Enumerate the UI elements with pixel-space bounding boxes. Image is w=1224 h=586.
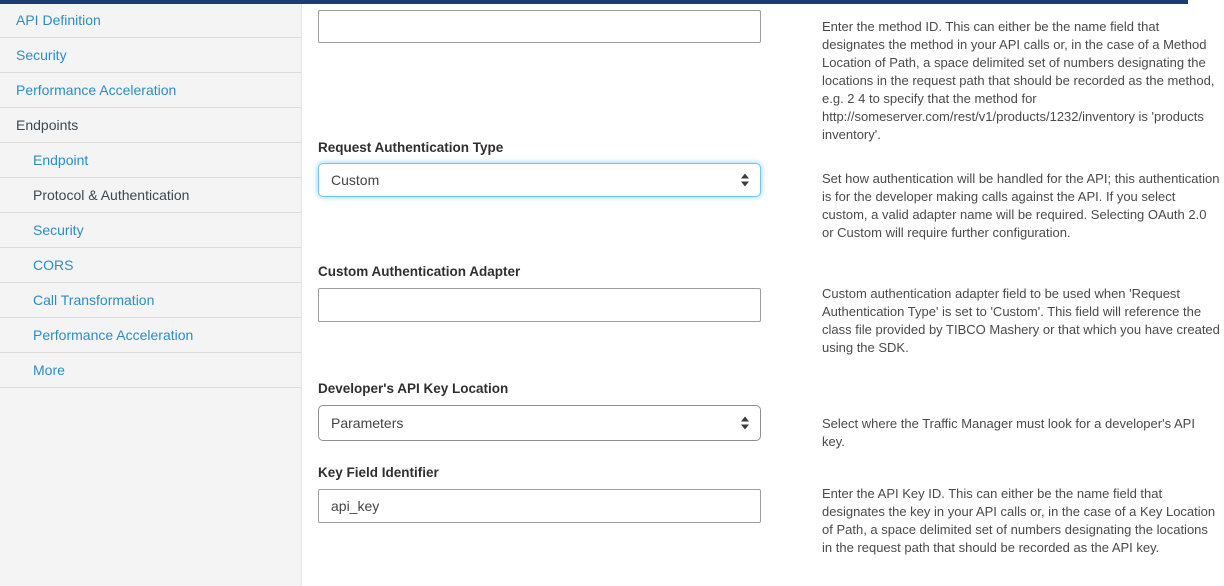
- sidebar-item-cors[interactable]: CORS: [0, 248, 301, 283]
- sidebar-item-performance-acceleration[interactable]: Performance Acceleration: [0, 73, 301, 108]
- method-id-help-text: Enter the method ID. This can either be …: [822, 18, 1220, 144]
- request-authentication-type-select[interactable]: Custom: [318, 163, 761, 197]
- select-spinner-icon: [741, 417, 749, 430]
- developers-api-key-location-select[interactable]: Parameters: [318, 405, 761, 441]
- method-id-input[interactable]: [318, 10, 761, 43]
- request-authentication-type-help-text: Set how authentication will be handled f…: [822, 170, 1220, 242]
- key-field-identifier-input[interactable]: [318, 489, 761, 523]
- custom-authentication-adapter-label: Custom Authentication Adapter: [318, 264, 761, 279]
- custom-authentication-adapter-help-text: Custom authentication adapter field to b…: [822, 285, 1220, 357]
- key-field-identifier-label: Key Field Identifier: [318, 465, 761, 480]
- sidebar-item-api-definition[interactable]: API Definition: [0, 3, 301, 38]
- sidebar-item-more[interactable]: More: [0, 353, 301, 388]
- key-field-identifier-help-text: Enter the API Key ID. This can either be…: [822, 485, 1220, 557]
- developers-api-key-location-value: Parameters: [331, 415, 403, 431]
- request-authentication-type-value: Custom: [331, 172, 379, 188]
- custom-authentication-adapter-input[interactable]: [318, 288, 761, 322]
- sidebar-item-security[interactable]: Security: [0, 38, 301, 73]
- sidebar-item-endpoints[interactable]: Endpoints: [0, 108, 301, 143]
- sidebar-item-call-transformation[interactable]: Call Transformation: [0, 283, 301, 318]
- settings-sidebar: API Definition Security Performance Acce…: [0, 0, 302, 586]
- developers-api-key-location-help-text: Select where the Traffic Manager must lo…: [822, 415, 1220, 451]
- sidebar-item-protocol-authentication[interactable]: Protocol & Authentication: [0, 178, 301, 213]
- sidebar-nav-list: API Definition Security Performance Acce…: [0, 3, 301, 388]
- top-navy-rule: [0, 0, 1188, 4]
- developers-api-key-location-label: Developer's API Key Location: [318, 381, 761, 396]
- sidebar-item-endpoint[interactable]: Endpoint: [0, 143, 301, 178]
- sidebar-item-endpoint-security[interactable]: Security: [0, 213, 301, 248]
- endpoint-settings-page: API Definition Security Performance Acce…: [0, 0, 1224, 586]
- sidebar-item-endpoint-performance-acceleration[interactable]: Performance Acceleration: [0, 318, 301, 353]
- request-authentication-type-label: Request Authentication Type: [318, 140, 761, 155]
- select-spinner-icon: [741, 174, 749, 187]
